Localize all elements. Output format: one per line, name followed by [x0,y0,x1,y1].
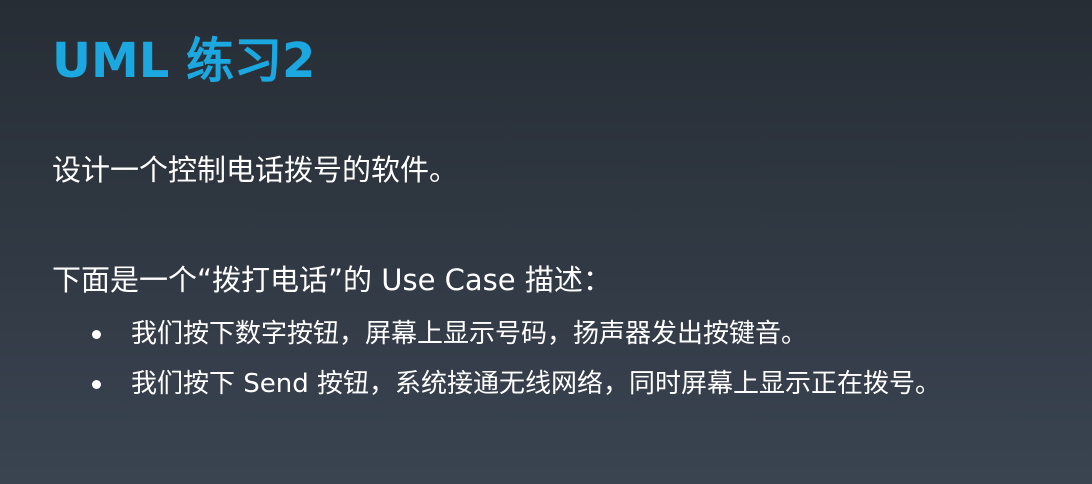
intro-text: 设计一个控制电话拨号的软件。 [52,153,459,187]
bullet-dot-icon [92,330,101,339]
slide-title: UML 练习2 [52,33,316,89]
bullet-text: 我们按下 Send 按钮，系统接通无线网络，同时屏幕上显示正在拨号。 [131,369,942,399]
bullet-dot-icon [92,380,101,389]
slide: UML 练习2 设计一个控制电话拨号的软件。 下面是一个“拨打电话”的 Use … [0,0,1092,484]
use-case-heading: 下面是一个“拨打电话”的 Use Case 描述： [52,263,612,297]
bullet-text: 我们按下数字按钮，屏幕上显示号码，扬声器发出按键音。 [131,319,808,349]
